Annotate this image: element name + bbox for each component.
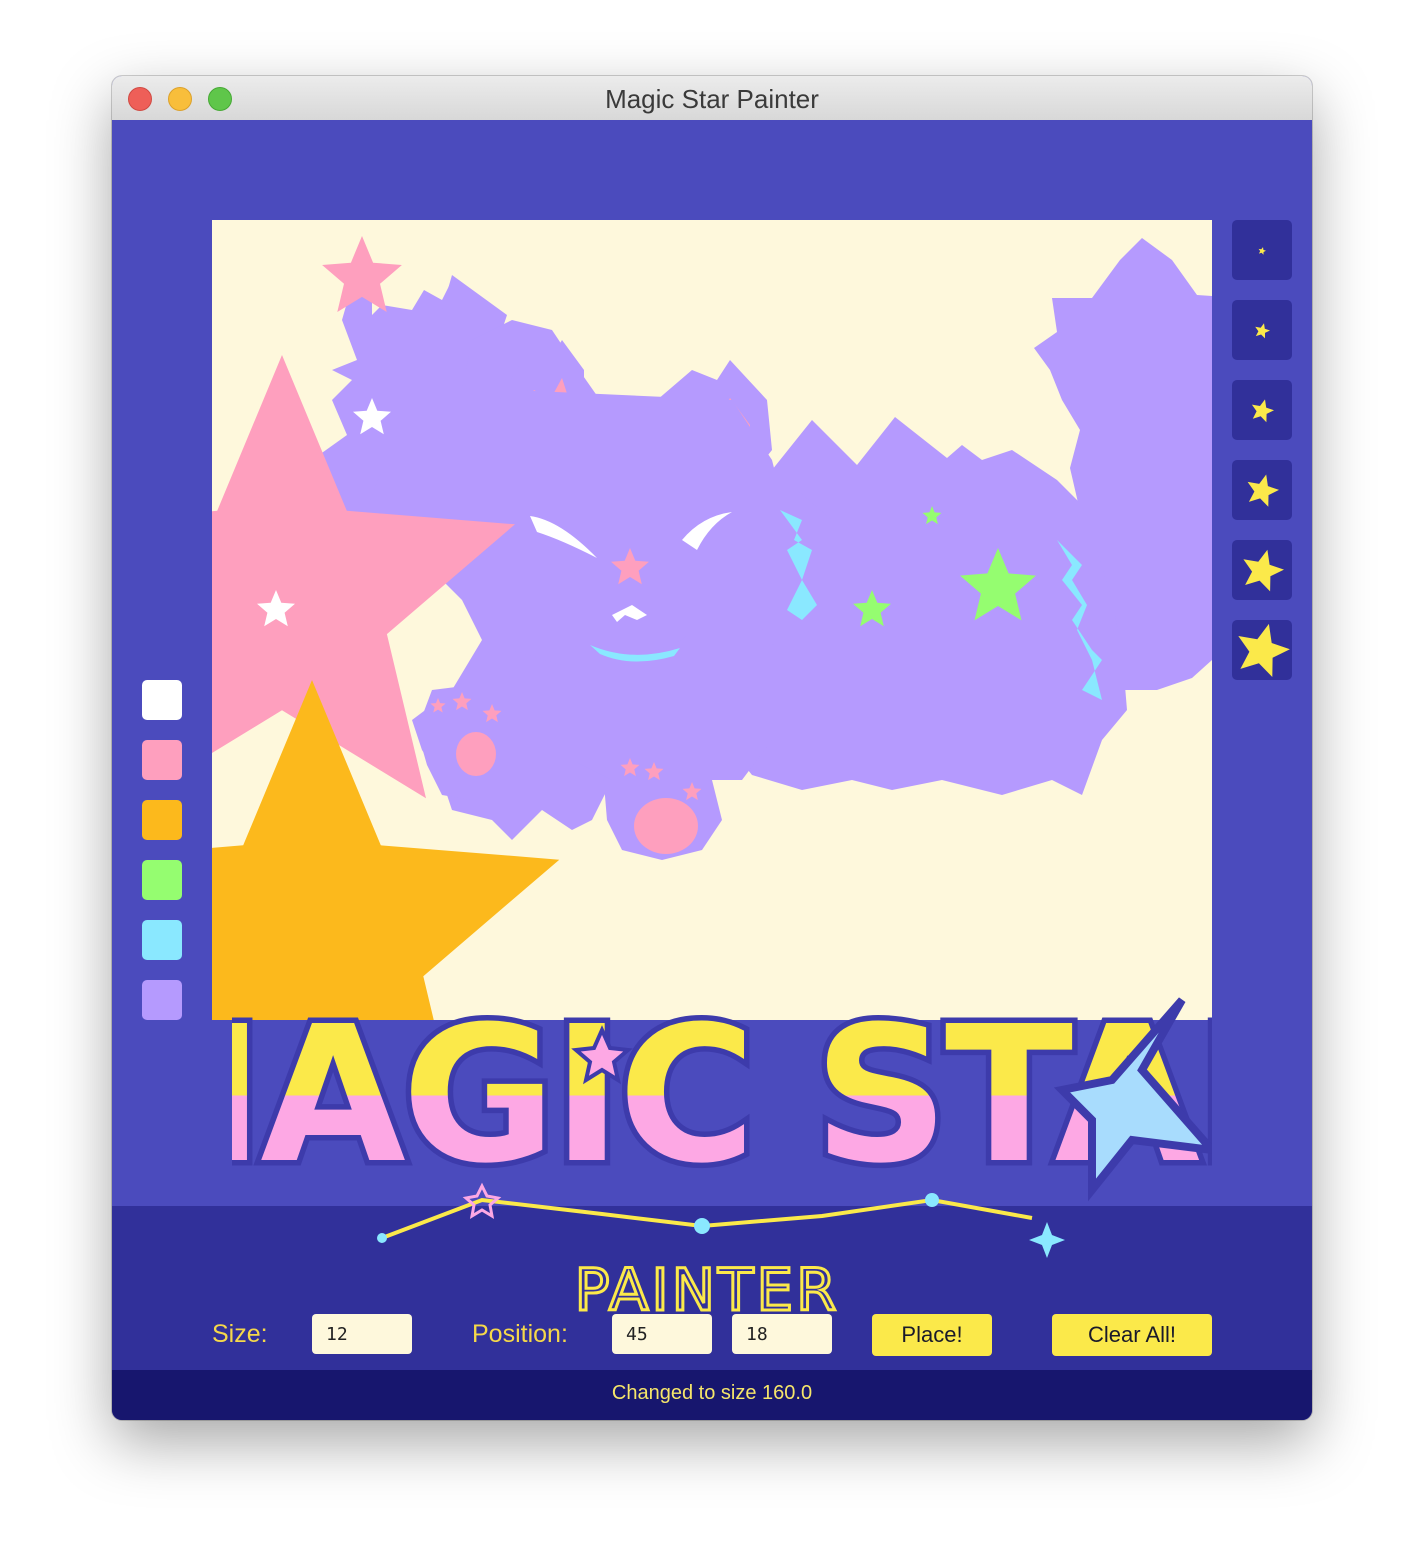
place-button[interactable]: Place! bbox=[872, 1314, 992, 1356]
drawing-canvas[interactable] bbox=[212, 220, 1212, 1020]
color-swatch-pink[interactable] bbox=[142, 740, 182, 780]
size-button-6[interactable] bbox=[1232, 620, 1292, 680]
placed-star bbox=[922, 506, 942, 525]
size-star-shape bbox=[1251, 399, 1274, 423]
main-content: MAGIC STAR PAINTER Size: Position: Place… bbox=[112, 120, 1312, 1420]
color-swatch-orange[interactable] bbox=[142, 800, 182, 840]
position-x-input[interactable] bbox=[612, 1314, 712, 1354]
size-label: Size: bbox=[212, 1320, 268, 1348]
placed-stars-layer bbox=[212, 236, 1036, 1020]
color-swatch-white[interactable] bbox=[142, 680, 182, 720]
star-icon bbox=[1258, 247, 1266, 255]
placed-star bbox=[620, 758, 640, 777]
logo-small-star bbox=[571, 1025, 633, 1085]
color-swatch-green[interactable] bbox=[142, 860, 182, 900]
color-swatch-cyan[interactable] bbox=[142, 920, 182, 960]
size-button-2[interactable] bbox=[1232, 300, 1292, 360]
size-star-shape bbox=[1243, 549, 1284, 592]
clear-all-button[interactable]: Clear All! bbox=[1052, 1314, 1212, 1356]
title-bar: Magic Star Painter bbox=[112, 76, 1312, 121]
app-window: Magic Star Painter AGIC STA PAINTER Size… bbox=[112, 76, 1312, 1420]
size-star-shape bbox=[1255, 323, 1270, 339]
size-button-3[interactable] bbox=[1232, 380, 1292, 440]
size-star-shape bbox=[1258, 247, 1266, 255]
status-message: Changed to size 160.0 bbox=[611, 1382, 813, 1404]
size-star-shape bbox=[1238, 623, 1290, 677]
placed-star bbox=[322, 236, 402, 312]
logo-big-star bbox=[1053, 997, 1212, 1202]
placed-star bbox=[430, 698, 446, 713]
placed-star bbox=[353, 398, 391, 435]
placed-star bbox=[611, 548, 649, 585]
placed-star bbox=[682, 782, 702, 801]
size-button-1[interactable] bbox=[1232, 220, 1292, 280]
star-icon bbox=[1243, 549, 1284, 592]
placed-star bbox=[853, 590, 891, 627]
size-button-4[interactable] bbox=[1232, 460, 1292, 520]
constellation-dot bbox=[925, 1193, 939, 1207]
placed-star bbox=[482, 704, 502, 723]
star-icon bbox=[1238, 623, 1290, 677]
placed-star bbox=[960, 548, 1036, 621]
star-icon bbox=[1247, 474, 1279, 507]
window-title: Magic Star Painter bbox=[605, 84, 819, 114]
placed-star bbox=[452, 692, 472, 711]
position-label: Position: bbox=[472, 1320, 568, 1348]
size-star-shape bbox=[1247, 474, 1279, 507]
placed-star bbox=[644, 762, 664, 781]
star-icon bbox=[1255, 323, 1270, 339]
star-icon bbox=[1251, 399, 1274, 423]
position-y-input[interactable] bbox=[732, 1314, 832, 1354]
size-button-5[interactable] bbox=[1232, 540, 1292, 600]
status-bar: Changed to size 160.0 bbox=[112, 1370, 1312, 1420]
color-swatch-lavender[interactable] bbox=[142, 980, 182, 1020]
size-input[interactable] bbox=[312, 1314, 412, 1354]
